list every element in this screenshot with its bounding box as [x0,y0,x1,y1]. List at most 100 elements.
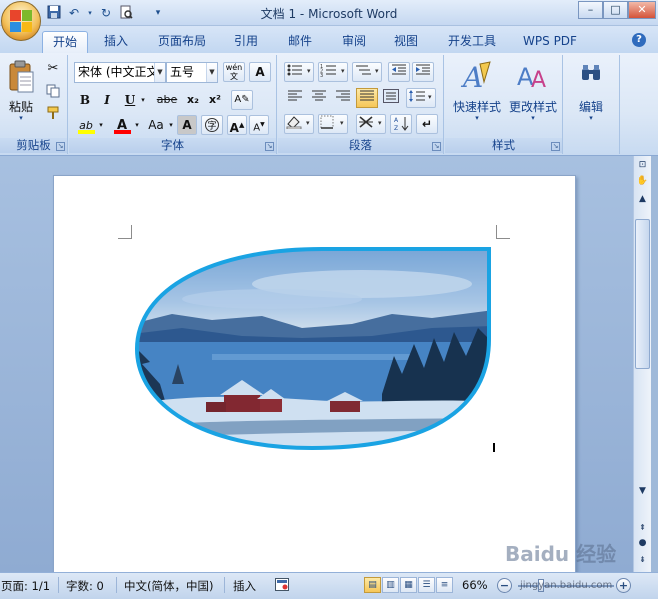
svg-text:A: A [460,61,483,92]
close-button[interactable]: ✕ [628,1,656,19]
bullets-button[interactable]: ▾ [284,62,314,82]
strikethrough-button[interactable]: abe [153,90,181,110]
character-border-button[interactable]: A [249,62,271,82]
svg-text:▾: ▾ [307,67,311,75]
teardrop-picture[interactable] [132,244,494,454]
tab-review[interactable]: 审阅 [334,31,374,53]
tab-page-layout[interactable]: 页面布局 [150,31,214,53]
font-launcher-icon[interactable]: ↘ [265,142,274,151]
borders-button[interactable]: ▾ [318,114,348,134]
enclose-characters-button[interactable]: 字 [201,115,223,135]
ruler-toggle-icon[interactable]: ⊡ [635,158,650,173]
office-button[interactable] [1,1,41,41]
font-color-dropdown-icon[interactable]: ▾ [133,115,141,135]
page-count[interactable]: 页面: 1/1 [1,578,50,594]
scrollbar-thumb[interactable] [635,219,650,369]
align-right-button[interactable] [332,88,354,108]
clear-formatting-button[interactable]: A✎ [231,90,253,110]
web-layout-view-icon[interactable]: ▦ [400,577,417,593]
tab-view[interactable]: 视图 [386,31,426,53]
paste-button[interactable]: 粘贴 ▾ [3,58,39,128]
draft-view-icon[interactable]: ≡ [436,577,453,593]
change-case-button[interactable]: Aa [145,115,167,135]
tab-home[interactable]: 开始 [42,31,88,53]
highlight-dropdown-icon[interactable]: ▾ [97,115,105,135]
scroll-down-icon[interactable]: ▼ [635,484,650,499]
svg-text:字: 字 [207,120,216,132]
highlight-button[interactable]: ab [75,115,97,135]
italic-button[interactable]: I [97,90,117,110]
tab-references[interactable]: 引用 [226,31,266,53]
macro-record-icon[interactable] [275,578,289,594]
status-divider [224,577,225,593]
underline-button[interactable]: U [121,90,139,110]
full-screen-reading-view-icon[interactable]: ▥ [382,577,399,593]
previous-page-icon[interactable]: ⇞ [635,520,650,535]
font-size-select[interactable]: 五号 ▼ [166,62,218,83]
copy-icon[interactable] [44,81,62,101]
print-layout-view-icon[interactable]: ▤ [364,577,381,593]
chinese-layout-button[interactable]: ▾ [356,114,386,134]
format-painter-icon[interactable] [44,103,62,123]
grow-font-button[interactable]: A▲ [227,115,247,135]
window-title: 文档 1 - Microsoft Word [260,7,398,21]
underline-dropdown-icon[interactable]: ▾ [139,90,147,110]
justify-button[interactable] [356,88,378,108]
change-case-dropdown-icon[interactable]: ▾ [167,115,175,135]
align-center-button[interactable] [308,88,330,108]
scroll-up-icon[interactable]: ▲ [635,192,650,207]
tab-wps-pdf[interactable]: WPS PDF [518,31,582,53]
zoom-level[interactable]: 66% [462,578,488,592]
decrease-indent-button[interactable] [388,62,410,82]
word-count[interactable]: 字数: 0 [66,578,104,594]
styles-launcher-icon[interactable]: ↘ [551,142,560,151]
paragraph-launcher-icon[interactable]: ↘ [432,142,441,151]
outline-view-icon[interactable]: ☰ [418,577,435,593]
insert-mode-indicator[interactable]: 插入 [233,578,256,594]
line-spacing-button[interactable]: ▾ [406,88,436,108]
tab-mailings[interactable]: 邮件 [280,31,320,53]
sort-button[interactable]: AZ [390,114,412,134]
shading-button[interactable]: ▾ [284,114,314,134]
highlight-color-bar [78,130,95,134]
clipboard-launcher-icon[interactable]: ↘ [56,142,65,151]
change-styles-icon: A A [517,63,546,92]
font-name-select[interactable]: 宋体 (中文正文 ▼ [74,62,166,83]
select-browse-object-icon[interactable]: ● [635,536,650,551]
quick-styles-button[interactable]: A 快速样式 ▾ [449,58,505,130]
svg-text:▾: ▾ [341,67,345,75]
chevron-down-icon: ▼ [206,63,217,82]
numbering-button[interactable]: 1 2 3 ▾ [318,62,348,82]
document-page[interactable] [53,175,576,575]
editing-button[interactable]: 编辑 ▾ [568,58,614,130]
grow-font-label: A [229,121,239,135]
character-shading-button[interactable]: A [177,115,197,135]
language-indicator[interactable]: 中文(简体，中国) [124,578,213,594]
next-page-icon[interactable]: ⇟ [635,552,650,567]
pan-hand-icon[interactable]: ✋ [635,174,650,189]
show-paragraph-marks-button[interactable]: ↵ [416,114,438,134]
multilevel-list-button[interactable]: ▾ [352,62,382,82]
subscript-button[interactable]: x₂ [183,90,203,110]
distributed-align-button[interactable] [380,88,402,108]
cut-icon[interactable]: ✂ [44,59,62,79]
vertical-scrollbar[interactable]: ⊡ ✋ ▲ ▼ ⇞ ● ⇟ [633,156,651,572]
ribbon-tabs: 开始 插入 页面布局 引用 邮件 审阅 视图 开发工具 WPS PDF ? [0,26,658,53]
change-styles-button[interactable]: A A 更改样式 ▾ [505,58,561,130]
phonetic-guide-button[interactable]: wén 文 [223,62,245,82]
zoom-out-icon[interactable]: − [497,578,512,593]
baidu-watermark: Baidu 经验 [505,538,616,567]
zoom-in-icon[interactable]: + [616,578,631,593]
increase-indent-button[interactable] [412,62,434,82]
tab-insert[interactable]: 插入 [96,31,136,53]
help-icon[interactable]: ? [632,33,646,47]
maximize-button[interactable]: □ [603,1,628,19]
paste-icon [9,60,34,93]
superscript-button[interactable]: x² [205,90,225,110]
font-color-button[interactable]: A [111,115,133,135]
align-left-button[interactable] [284,88,306,108]
shrink-font-button[interactable]: A▼ [249,115,269,135]
tab-developer[interactable]: 开发工具 [440,31,504,53]
minimize-button[interactable]: – [578,1,603,19]
bold-button[interactable]: B [75,90,95,110]
